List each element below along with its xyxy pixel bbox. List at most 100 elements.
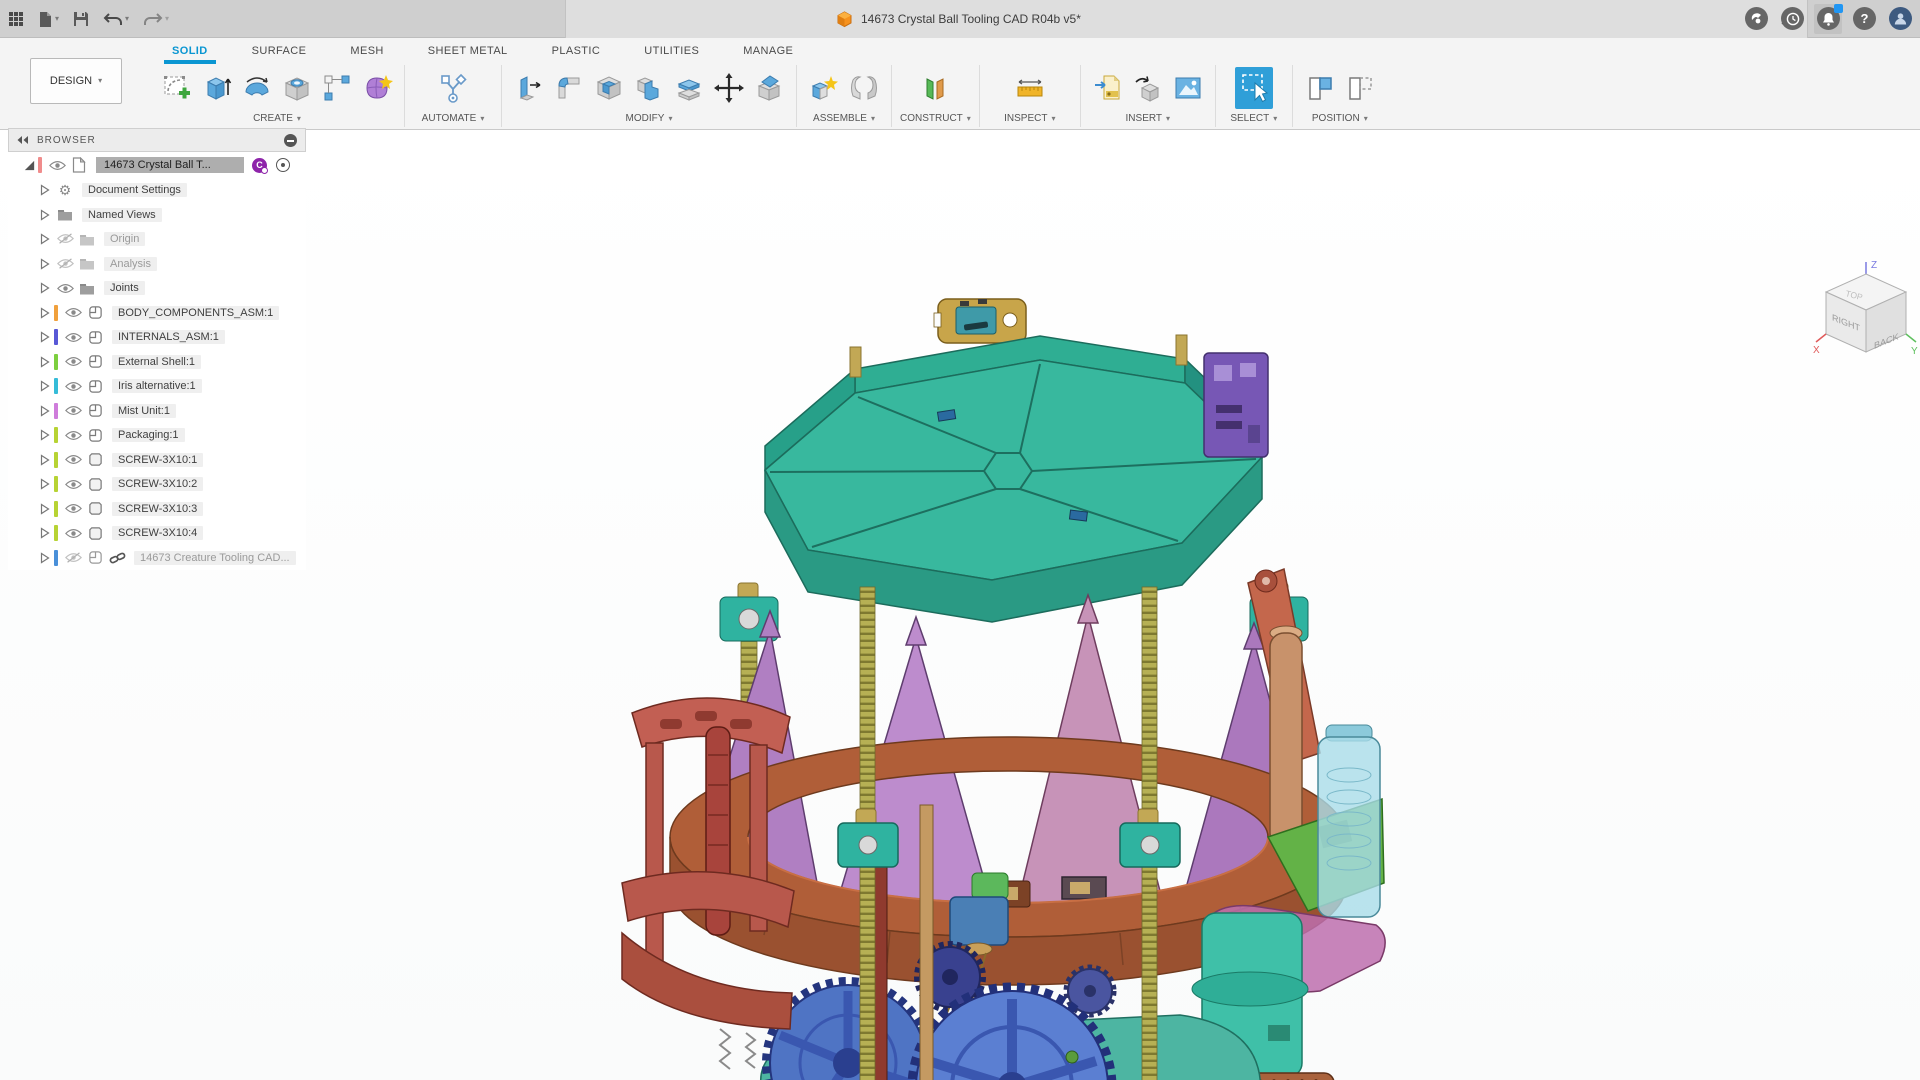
expand-arrow-icon[interactable] [36, 282, 54, 294]
tab-manage[interactable]: MANAGE [721, 40, 815, 62]
automate-icon[interactable] [434, 67, 472, 109]
visibility-eye-icon[interactable] [62, 503, 84, 514]
help-icon[interactable]: ? [1853, 7, 1876, 30]
recent-files-icon[interactable] [1781, 7, 1804, 30]
visibility-eye-off-icon[interactable] [62, 552, 84, 564]
save-button[interactable] [73, 11, 89, 27]
tree-item-joints[interactable]: Joints [8, 276, 306, 301]
undo-caret[interactable]: ▾ [125, 15, 129, 23]
expand-arrow-icon[interactable] [36, 209, 54, 221]
tab-sheet-metal[interactable]: SHEET METAL [406, 40, 530, 62]
capture-position-icon[interactable] [1301, 67, 1339, 109]
tree-item-iris-alternative[interactable]: Iris alternative:1 [8, 374, 306, 399]
visibility-eye-icon[interactable] [62, 332, 84, 343]
group-select-label[interactable]: SELECT▾ [1230, 113, 1277, 124]
tree-item-named-views[interactable]: Named Views [8, 203, 306, 228]
visibility-eye-icon[interactable] [62, 307, 84, 318]
tree-item-internals-asm[interactable]: INTERNALS_ASM:1 [8, 325, 306, 350]
tree-item-origin[interactable]: Origin [8, 227, 306, 252]
tree-item-packaging[interactable]: Packaging:1 [8, 423, 306, 448]
visibility-eye-icon[interactable] [62, 430, 84, 441]
file-menu-button[interactable]: ▾ [38, 11, 59, 28]
visibility-eye-off-icon[interactable] [54, 258, 76, 270]
new-component-icon[interactable] [805, 67, 843, 109]
visibility-eye-icon[interactable] [46, 160, 68, 171]
measure-icon[interactable] [1011, 67, 1049, 109]
insert-svg-icon[interactable] [1089, 67, 1127, 109]
group-inspect-label[interactable]: INSPECT▾ [1004, 113, 1055, 124]
undo-button[interactable]: ▾ [103, 12, 129, 27]
expand-arrow-icon[interactable] [36, 478, 54, 490]
group-construct-label[interactable]: CONSTRUCT▾ [900, 113, 971, 124]
profile-avatar[interactable] [1889, 7, 1912, 30]
visibility-eye-icon[interactable] [54, 283, 76, 294]
tree-item-external-shell[interactable]: External Shell:1 [8, 350, 306, 375]
fillet-icon[interactable] [550, 67, 588, 109]
tree-item-analysis[interactable]: Analysis [8, 252, 306, 277]
app-grid-icon[interactable] [8, 11, 24, 27]
pattern-icon[interactable] [318, 67, 356, 109]
tab-mesh[interactable]: MESH [328, 40, 405, 62]
expand-arrow-icon[interactable] [36, 233, 54, 245]
expand-arrow-icon[interactable] [36, 380, 54, 392]
move-icon[interactable] [710, 67, 748, 109]
revert-position-icon[interactable] [1341, 67, 1379, 109]
group-assemble-label[interactable]: ASSEMBLE▾ [813, 113, 875, 124]
collapse-arrow-icon[interactable] [20, 159, 38, 172]
group-position-label[interactable]: POSITION▾ [1312, 113, 1368, 124]
derive-icon[interactable] [1129, 67, 1167, 109]
offset-face-icon[interactable] [670, 67, 708, 109]
view-cube[interactable]: Z TOP RIGHT BACK X Y [1812, 258, 1920, 370]
visibility-eye-icon[interactable] [62, 356, 84, 367]
activate-component-radio[interactable] [276, 158, 290, 172]
press-pull-icon[interactable] [510, 67, 548, 109]
cad-model[interactable] [620, 285, 1440, 1080]
visibility-eye-off-icon[interactable] [54, 233, 76, 245]
redo-button[interactable]: ▾ [143, 12, 169, 27]
shell-icon[interactable] [590, 67, 628, 109]
cloud-status-badge[interactable]: C [252, 158, 267, 173]
expand-arrow-icon[interactable] [36, 503, 54, 515]
expand-arrow-icon[interactable] [36, 527, 54, 539]
tree-item-screw-1[interactable]: SCREW-3X10:1 [8, 448, 306, 473]
tab-surface[interactable]: SURFACE [230, 40, 329, 62]
visibility-eye-icon[interactable] [62, 405, 84, 416]
expand-arrow-icon[interactable] [36, 258, 54, 270]
group-create-label[interactable]: CREATE▾ [253, 113, 301, 124]
select-icon[interactable] [1235, 67, 1273, 109]
combine-icon[interactable] [630, 67, 668, 109]
expand-arrow-icon[interactable] [36, 307, 54, 319]
notifications-icon[interactable] [1817, 7, 1840, 30]
group-automate-label[interactable]: AUTOMATE▾ [422, 113, 485, 124]
tab-utilities[interactable]: UTILITIES [622, 40, 721, 62]
tree-item-root[interactable]: 14673 Crystal Ball T... C [8, 152, 306, 178]
tree-item-document-settings[interactable]: ⚙ Document Settings [8, 178, 306, 203]
construction-plane-icon[interactable] [916, 67, 954, 109]
expand-arrow-icon[interactable] [36, 454, 54, 466]
tree-item-mist-unit[interactable]: Mist Unit:1 [8, 399, 306, 424]
workspace-selector[interactable]: DESIGN ▾ [30, 58, 122, 104]
tree-item-creature-tooling-link[interactable]: 14673 Creature Tooling CAD... [8, 546, 306, 571]
expand-arrow-icon[interactable] [36, 405, 54, 417]
create-sketch-icon[interactable] [158, 67, 196, 109]
tab-solid[interactable]: SOLID [150, 40, 230, 62]
expand-arrow-icon[interactable] [36, 331, 54, 343]
split-body-icon[interactable] [750, 67, 788, 109]
visibility-eye-icon[interactable] [62, 479, 84, 490]
visibility-eye-icon[interactable] [62, 381, 84, 392]
expand-arrow-icon[interactable] [36, 552, 54, 564]
visibility-eye-icon[interactable] [62, 528, 84, 539]
group-modify-label[interactable]: MODIFY▾ [626, 113, 673, 124]
joint-icon[interactable] [845, 67, 883, 109]
tree-item-body-components-asm[interactable]: BODY_COMPONENTS_ASM:1 [8, 301, 306, 326]
canvas-icon[interactable] [1169, 67, 1207, 109]
visibility-eye-icon[interactable] [62, 454, 84, 465]
extrude-icon[interactable] [198, 67, 236, 109]
form-icon[interactable] [358, 67, 396, 109]
tree-item-screw-4[interactable]: SCREW-3X10:4 [8, 521, 306, 546]
tree-item-screw-3[interactable]: SCREW-3X10:3 [8, 497, 306, 522]
hole-icon[interactable] [278, 67, 316, 109]
expand-arrow-icon[interactable] [36, 356, 54, 368]
extensions-icon[interactable] [1745, 7, 1768, 30]
collapse-panel-icon[interactable] [17, 135, 29, 145]
